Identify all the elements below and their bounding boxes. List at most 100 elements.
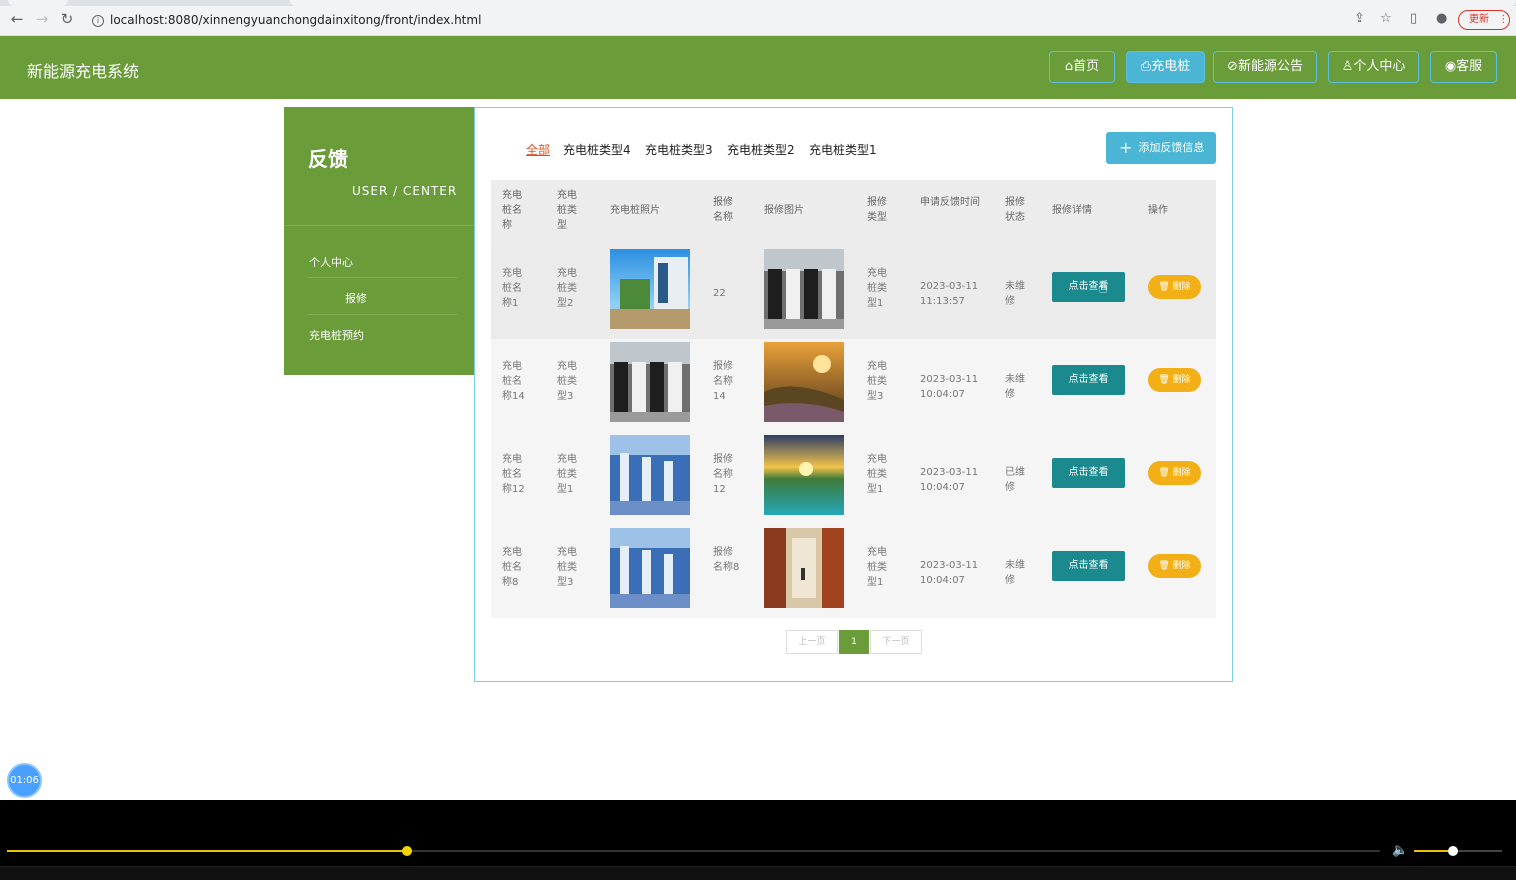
sidebar-subtitle: USER / CENTER [352, 184, 457, 198]
divider [308, 277, 458, 278]
forward-icon[interactable]: → [34, 11, 50, 27]
pile-photo [610, 528, 690, 608]
player-controls-strip [0, 866, 1516, 880]
share-icon[interactable]: ⇪ [1354, 11, 1365, 27]
delete-button[interactable]: 🗑 删除 [1148, 554, 1201, 578]
trash-icon: 🗑 [1158, 468, 1169, 478]
browser-tab[interactable] [8, 0, 68, 6]
view-detail-button[interactable]: 点击查看 [1052, 551, 1125, 581]
header-cell: 报修状态 [1005, 195, 1031, 225]
header-cell: 充电桩照片 [610, 203, 670, 218]
repair-name: 22 [713, 286, 741, 301]
sidebar: 反馈 USER / CENTER 个人中心 报修 充电桩预约 [284, 107, 474, 375]
category-tab[interactable]: 充电桩类型4 [563, 141, 631, 158]
delete-button[interactable]: 🗑 删除 [1148, 368, 1201, 392]
repair-photo [764, 528, 844, 608]
sidebar-item-user-center[interactable]: 个人中心 [309, 254, 353, 270]
address-bar[interactable]: ilocalhost:8080/xinnengyuanchongdainxito… [84, 10, 1374, 30]
category-tab[interactable]: 充电桩类型3 [645, 141, 713, 158]
pile-name: 充电桩名称12 [502, 452, 530, 497]
pile-photo [610, 342, 690, 422]
delete-label: 删除 [1173, 468, 1191, 478]
main-panel: 全部 充电桩类型4 充电桩类型3 充电桩类型2 充电桩类型1 + 添加反馈信息 充… [474, 107, 1233, 682]
sidebar-item-repair[interactable]: 报修 [345, 290, 367, 306]
nav-home[interactable]: ⌂首页 [1049, 51, 1115, 83]
volume-icon[interactable]: 🔈 [1392, 843, 1408, 858]
profile-icon[interactable]: ● [1436, 11, 1447, 27]
pile-name: 充电桩名称14 [502, 359, 530, 404]
view-detail-button[interactable]: 点击查看 [1052, 272, 1125, 302]
apply-time: 2023-03-11 10:04:07 [920, 465, 982, 495]
delete-label: 删除 [1173, 282, 1191, 292]
repair-name: 报修名称14 [713, 359, 741, 404]
header-cell: 报修详情 [1052, 203, 1112, 218]
sidebar-item-reservation[interactable]: 充电桩预约 [309, 327, 364, 343]
back-icon[interactable]: ← [9, 11, 25, 27]
pile-photo [610, 249, 690, 329]
header-cell: 申请反馈时间 [920, 195, 982, 210]
update-button[interactable]: 更新 ⋮ [1458, 10, 1510, 30]
delete-label: 删除 [1173, 561, 1191, 571]
divider [308, 314, 458, 315]
nav-announcement[interactable]: ⊘新能源公告 [1213, 51, 1317, 83]
pile-photo [610, 435, 690, 515]
repair-status: 未维修 [1005, 372, 1031, 402]
prev-page-button[interactable]: 上一页 [786, 630, 838, 654]
progress-handle[interactable] [402, 846, 412, 856]
progress-played [7, 850, 407, 852]
category-tab[interactable]: 充电桩类型1 [809, 141, 877, 158]
browser-toolbar: ← → ↻ ilocalhost:8080/xinnengyuanchongda… [0, 0, 1516, 36]
category-tab-all[interactable]: 全部 [526, 141, 550, 158]
header-cell: 操作 [1148, 203, 1188, 218]
trash-icon: 🗑 [1158, 375, 1169, 385]
update-label: 更新 [1469, 14, 1489, 25]
header-cell: 报修名称 [713, 195, 739, 225]
mouse-cursor-icon: ☝ [1098, 278, 1108, 297]
pile-type: 充电桩类型3 [557, 545, 585, 590]
site-header: 新能源充电系统 ⌂首页 ⎙充电桩 ⊘新能源公告 ♙个人中心 ◉客服 [0, 36, 1516, 99]
header-cell: 充电桩名称 [502, 188, 528, 233]
header-cell: 报修类型 [867, 195, 893, 225]
repair-photo [764, 249, 844, 329]
nav-user-center[interactable]: ♙个人中心 [1328, 51, 1419, 83]
table-header: 充电桩名称 充电桩类型 充电桩照片 报修名称 报修图片 报修类型 申请反馈时间 … [491, 180, 1216, 246]
info-icon[interactable]: i [92, 15, 104, 27]
tab-strip [0, 0, 1516, 6]
trash-icon: 🗑 [1158, 561, 1169, 571]
repair-type: 充电桩类型1 [867, 545, 895, 590]
apply-time: 2023-03-11 10:04:07 [920, 558, 982, 588]
next-page-button[interactable]: 下一页 [870, 630, 922, 654]
category-tab[interactable]: 充电桩类型2 [727, 141, 795, 158]
volume-handle[interactable] [1448, 846, 1458, 856]
apply-time: 2023-03-11 10:04:07 [920, 372, 982, 402]
add-feedback-label: 添加反馈信息 [1138, 141, 1204, 154]
repair-photo [764, 342, 844, 422]
repair-status: 已维修 [1005, 465, 1031, 495]
timer-badge[interactable]: 01:06 [7, 763, 42, 798]
pile-type: 充电桩类型3 [557, 359, 585, 404]
repair-status: 未维修 [1005, 558, 1031, 588]
table-row: 充电桩名称12 充电桩类型1 报修名称12 充电桩类型1 2023-03-11 … [491, 432, 1216, 525]
view-detail-button[interactable]: 点击查看 [1052, 458, 1125, 488]
site-title: 新能源充电系统 [27, 58, 139, 82]
nav-charging-pile[interactable]: ⎙充电桩 [1126, 51, 1205, 83]
sidepanel-icon[interactable]: ▯ [1410, 11, 1417, 27]
trash-icon: 🗑 [1158, 282, 1169, 292]
page-1-button[interactable]: 1 [839, 630, 869, 654]
repair-name: 报修名称12 [713, 452, 741, 497]
repair-photo [764, 435, 844, 515]
delete-button[interactable]: 🗑 删除 [1148, 275, 1201, 299]
table-row: 充电桩名称8 充电桩类型3 报修名称8 充电桩类型1 2023-03-11 10… [491, 525, 1216, 618]
view-detail-button[interactable]: 点击查看 [1052, 365, 1125, 395]
nav-customer-service[interactable]: ◉客服 [1430, 51, 1497, 83]
plus-icon: + [1119, 138, 1132, 157]
browser-tab-active[interactable] [290, 0, 1516, 6]
star-icon[interactable]: ☆ [1380, 11, 1392, 27]
sidebar-title: 反馈 [308, 143, 348, 172]
repair-type: 充电桩类型1 [867, 266, 895, 311]
delete-label: 删除 [1173, 375, 1191, 385]
delete-button[interactable]: 🗑 删除 [1148, 461, 1201, 485]
reload-icon[interactable]: ↻ [59, 11, 75, 27]
repair-name: 报修名称8 [713, 545, 741, 575]
add-feedback-button[interactable]: + 添加反馈信息 [1106, 132, 1216, 164]
